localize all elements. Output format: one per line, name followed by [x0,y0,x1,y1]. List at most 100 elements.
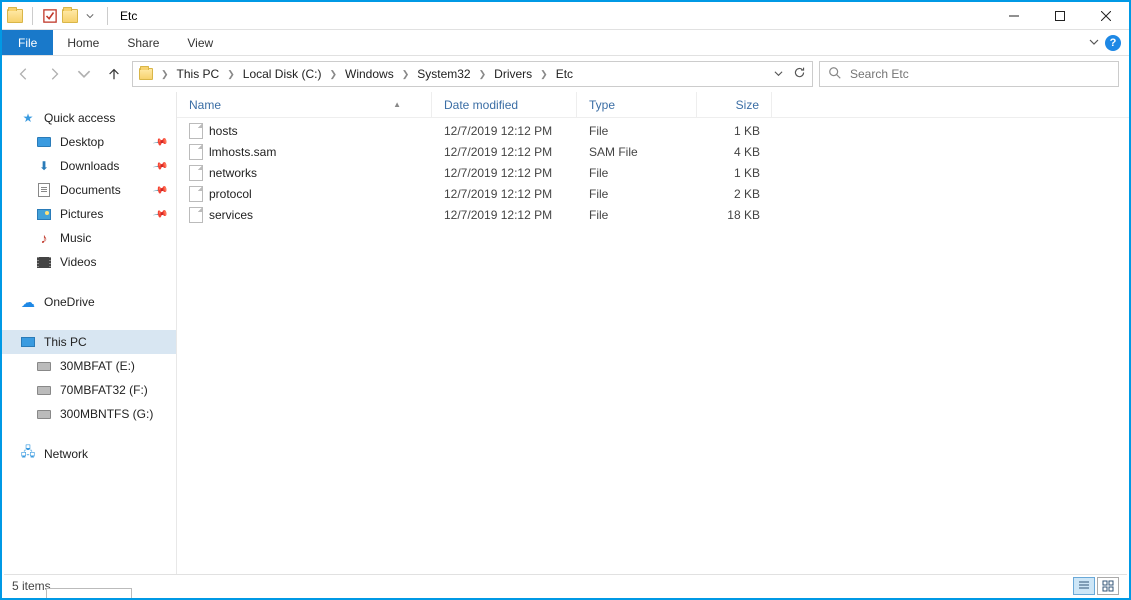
details-view-button[interactable] [1073,577,1095,595]
minimize-button[interactable] [991,2,1037,30]
sidebar-network[interactable]: 🖧 Network [2,442,176,466]
file-icon [189,186,203,202]
file-size: 4 KB [697,145,772,159]
column-label: Name [189,98,221,112]
file-name: protocol [209,187,252,201]
sidebar-drive[interactable]: 300MBNTFS (G:) [2,402,176,426]
sidebar-item-desktop[interactable]: Desktop 📌 [2,130,176,154]
thumbnails-view-button[interactable] [1097,577,1119,595]
tab-share[interactable]: Share [113,30,173,55]
sidebar-item-pictures[interactable]: Pictures 📌 [2,202,176,226]
breadcrumb-item[interactable]: Drivers [494,67,532,81]
file-row[interactable]: protocol12/7/2019 12:12 PMFile2 KB [177,183,1129,204]
breadcrumb-item[interactable]: Etc [556,67,573,81]
window-title: Etc [114,9,137,23]
breadcrumb-item[interactable]: Windows [345,67,394,81]
chevron-right-icon[interactable]: ❯ [325,69,341,80]
file-row[interactable]: hosts12/7/2019 12:12 PMFile1 KB [177,120,1129,141]
tab-home[interactable]: Home [53,30,113,55]
close-button[interactable] [1083,2,1129,30]
chevron-right-icon[interactable]: ❯ [536,69,552,80]
file-icon [189,144,203,160]
column-date[interactable]: Date modified [432,92,577,117]
file-row[interactable]: lmhosts.sam12/7/2019 12:12 PMSAM File4 K… [177,141,1129,162]
file-list: Name▲ Date modified Type Size hosts12/7/… [177,92,1129,576]
file-row[interactable]: services12/7/2019 12:12 PMFile18 KB [177,204,1129,225]
pin-icon: 📌 [152,206,169,222]
address-dropdown-icon[interactable] [774,67,783,81]
drive-icon [36,358,52,374]
file-size: 1 KB [697,166,772,180]
sidebar-this-pc[interactable]: This PC [2,330,176,354]
file-date: 12/7/2019 12:12 PM [432,166,577,180]
file-name: services [209,208,253,222]
window-buttons [991,2,1129,30]
column-type[interactable]: Type [577,92,697,117]
videos-icon [36,254,52,270]
navigation-pane: ★ Quick access Desktop 📌 ⬇ Downloads 📌 D… [2,92,177,576]
sidebar-label: This PC [44,335,87,349]
breadcrumb-item[interactable]: This PC [177,67,220,81]
file-tab[interactable]: File [2,30,53,55]
file-date: 12/7/2019 12:12 PM [432,187,577,201]
file-rows: hosts12/7/2019 12:12 PMFile1 KBlmhosts.s… [177,118,1129,225]
sidebar-item-videos[interactable]: Videos [2,250,176,274]
file-type: File [577,208,697,222]
sidebar-item-downloads[interactable]: ⬇ Downloads 📌 [2,154,176,178]
sidebar-quick-access[interactable]: ★ Quick access [2,106,176,130]
ribbon: File Home Share View ? [2,30,1129,56]
sidebar-item-documents[interactable]: Documents 📌 [2,178,176,202]
network-icon: 🖧 [20,446,36,462]
column-size[interactable]: Size [697,92,772,117]
chevron-right-icon[interactable]: ❯ [398,69,414,80]
maximize-button[interactable] [1037,2,1083,30]
search-box[interactable] [819,61,1119,87]
sidebar-item-music[interactable]: ♪ Music [2,226,176,250]
sort-indicator-icon: ▲ [393,100,401,109]
file-name: networks [209,166,257,180]
file-date: 12/7/2019 12:12 PM [432,208,577,222]
file-name: hosts [209,124,238,138]
new-folder-icon[interactable] [61,7,79,25]
tab-view[interactable]: View [173,30,227,55]
file-icon [189,165,203,181]
up-button[interactable] [102,62,126,86]
file-type: File [577,166,697,180]
sidebar-label: 300MBNTFS (G:) [60,407,153,421]
desktop-icon [36,134,52,150]
properties-icon[interactable] [41,7,59,25]
chevron-right-icon[interactable]: ❯ [475,69,491,80]
chevron-right-icon[interactable]: ❯ [223,69,239,80]
separator [32,7,33,25]
breadcrumb-item[interactable]: Local Disk (C:) [243,67,322,81]
back-button[interactable] [12,62,36,86]
file-row[interactable]: networks 12/7/2019 12:12 PMFile1 KB [177,162,1129,183]
file-type: SAM File [577,145,697,159]
help-icon[interactable]: ? [1105,35,1121,51]
file-icon [189,123,203,139]
ribbon-expand-icon[interactable] [1089,36,1099,50]
sidebar-label: Documents [60,183,121,197]
breadcrumb-item[interactable]: System32 [417,67,470,81]
column-name[interactable]: Name ▲ [177,92,432,117]
qat-dropdown-icon[interactable] [81,7,99,25]
pictures-icon [36,206,52,222]
sidebar-drive[interactable]: 70MBFAT32 (F:) [2,378,176,402]
download-icon: ⬇ [36,158,52,174]
refresh-icon[interactable] [793,66,806,82]
chevron-right-icon[interactable]: ❯ [157,69,173,80]
sidebar-label: Desktop [60,135,104,149]
address-bar[interactable]: ❯ This PC ❯ Local Disk (C:) ❯ Windows ❯ … [132,61,813,87]
sidebar-label: Network [44,447,88,461]
sidebar-label: Videos [60,255,96,269]
forward-button[interactable] [42,62,66,86]
sidebar-onedrive[interactable]: ☁ OneDrive [2,290,176,314]
search-input[interactable] [850,67,1110,81]
sidebar-drive[interactable]: 30MBFAT (E:) [2,354,176,378]
search-icon [828,66,842,83]
pc-icon [20,334,36,350]
pin-icon: 📌 [152,158,169,174]
recent-dropdown-icon[interactable] [72,62,96,86]
file-name: lmhosts.sam [209,145,276,159]
folder-icon [139,68,153,80]
